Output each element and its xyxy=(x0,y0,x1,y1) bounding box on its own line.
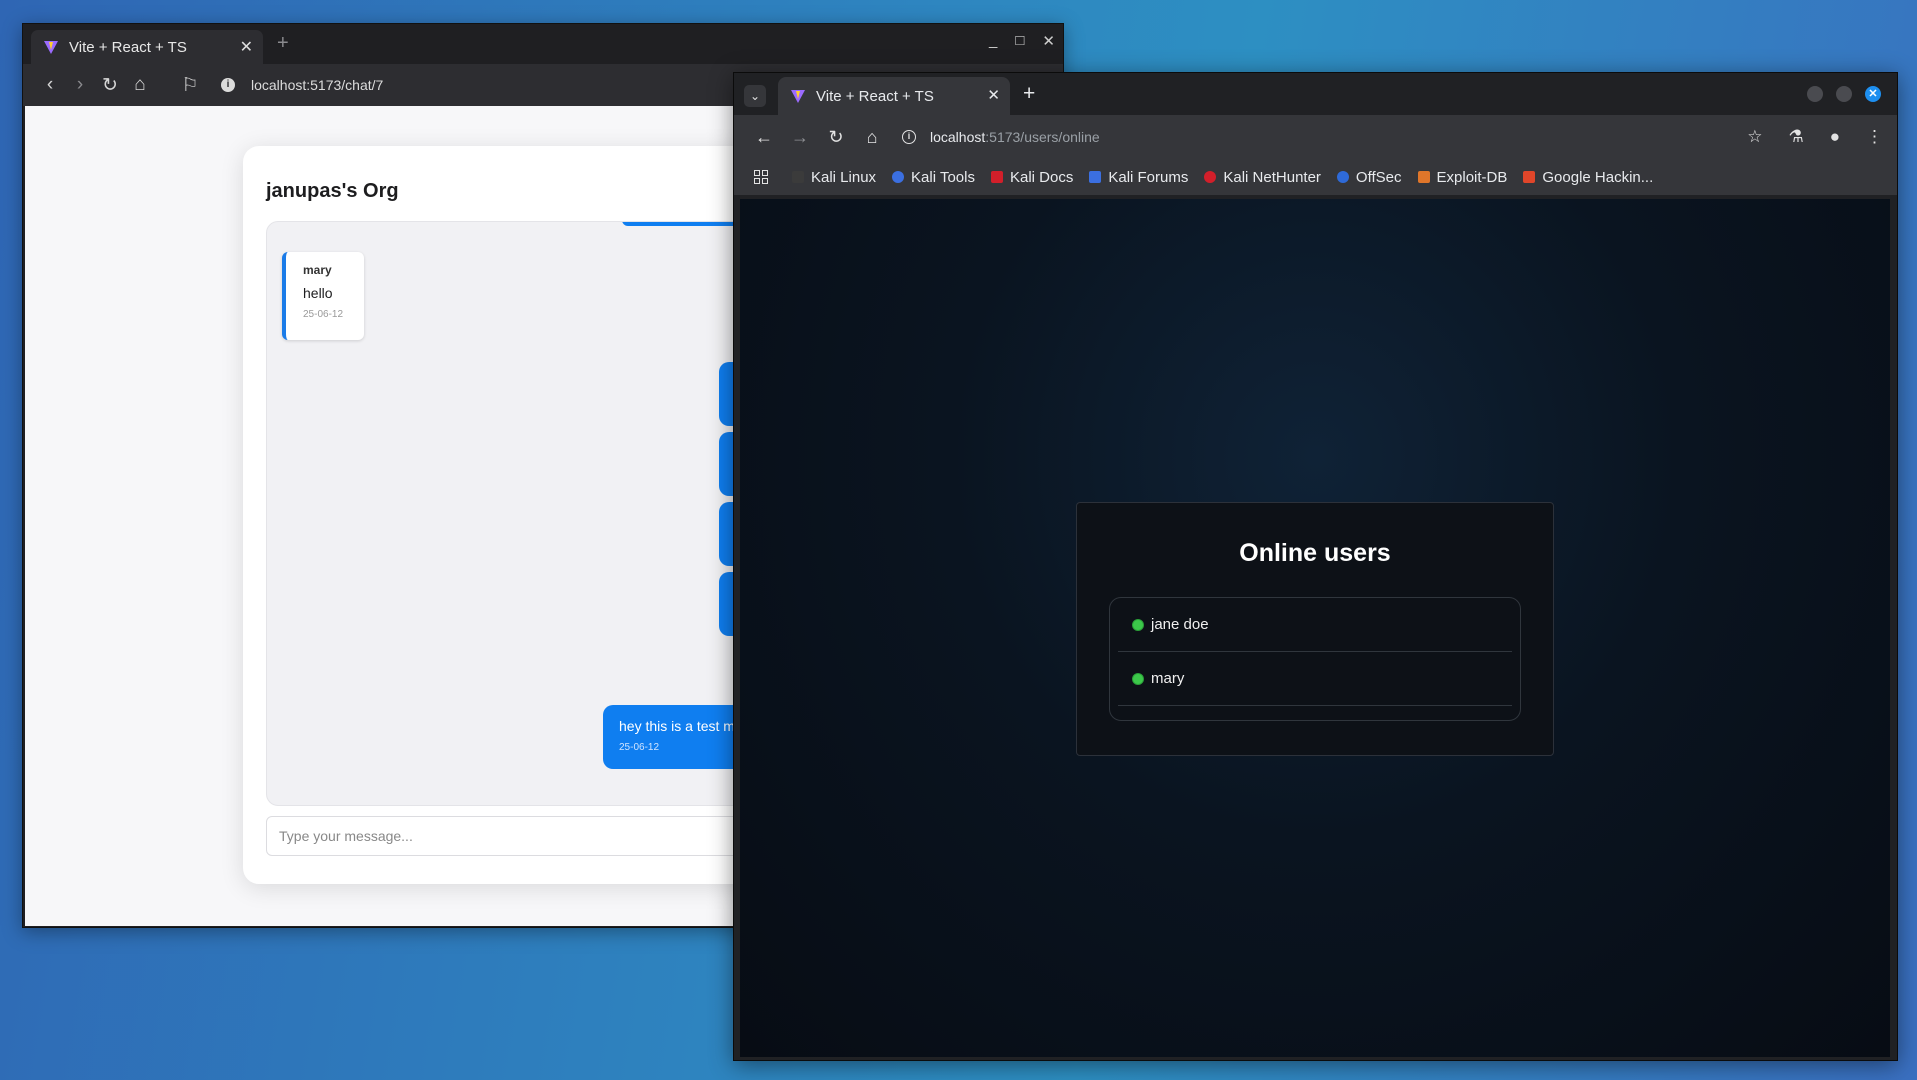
users-list: jane doe mary xyxy=(1109,597,1521,721)
back-icon[interactable]: ‹ xyxy=(35,74,65,96)
reload-icon[interactable]: ↻ xyxy=(95,74,125,97)
home-icon[interactable]: ⌂ xyxy=(854,127,890,148)
apps-grid-icon[interactable] xyxy=(754,170,768,184)
url-path: :5173/users/online xyxy=(985,129,1100,145)
bookmark-kali-forums[interactable]: Kali Forums xyxy=(1089,169,1188,186)
org-title: janupas's Org xyxy=(266,180,399,202)
online-status-icon xyxy=(1132,672,1144,685)
bookmark-google-hacking[interactable]: Google Hackin... xyxy=(1523,169,1653,186)
message-bubble-outgoing xyxy=(622,222,742,226)
bookmark-offsec[interactable]: OffSec xyxy=(1336,169,1402,186)
new-tab-button[interactable]: + xyxy=(1023,82,1035,106)
kali-docs-icon xyxy=(990,171,1003,183)
online-users-card: Online users jane doe mary xyxy=(1076,502,1554,756)
close-window-icon[interactable]: ✕ xyxy=(1042,32,1055,50)
menu-kebab-icon[interactable]: ⋮ xyxy=(1866,127,1883,147)
star-icon[interactable]: ☆ xyxy=(1747,127,1762,147)
list-item[interactable]: mary xyxy=(1118,652,1512,706)
forward-icon[interactable]: → xyxy=(782,127,818,148)
tab-search-icon[interactable]: ⌄ xyxy=(744,85,766,107)
bookmark-icon[interactable]: ⚐ xyxy=(175,74,205,97)
address-bar[interactable]: i localhost:5173/users/online xyxy=(902,129,1100,145)
minimize-icon[interactable] xyxy=(1807,86,1823,102)
kali-dragon-icon xyxy=(792,171,804,183)
bookmark-kali-linux[interactable]: Kali Linux xyxy=(792,169,876,186)
message-text: hello xyxy=(303,285,333,301)
tab-chat[interactable]: Vite + React + TS ✕ xyxy=(31,30,263,64)
url-host: localhost xyxy=(930,129,986,145)
kali-forums-icon xyxy=(1089,171,1102,183)
vite-icon xyxy=(44,41,58,54)
bookmark-kali-tools[interactable]: Kali Tools xyxy=(892,169,975,186)
message-date: 25-06-12 xyxy=(303,309,344,320)
reload-icon[interactable]: ↻ xyxy=(818,127,854,148)
home-icon[interactable]: ⌂ xyxy=(125,74,155,96)
close-tab-icon[interactable]: ✕ xyxy=(987,86,1000,104)
maximize-icon[interactable] xyxy=(1836,86,1852,102)
back-icon[interactable]: ← xyxy=(746,127,782,148)
bookmark-exploit-db[interactable]: Exploit-DB xyxy=(1417,169,1507,186)
maximize-icon[interactable]: □ xyxy=(1015,32,1024,50)
tab-online-users[interactable]: Vite + React + TS ✕ xyxy=(778,77,1010,115)
user-name: mary xyxy=(1151,670,1185,687)
ghdb-icon xyxy=(1523,171,1536,183)
online-users-browser-window: ⌄ Vite + React + TS ✕ + ✕ ← → ↻ ⌂ i loca… xyxy=(733,72,1898,1061)
new-tab-button[interactable]: + xyxy=(277,32,289,55)
close-tab-icon[interactable]: ✕ xyxy=(240,37,253,57)
list-item[interactable]: jane doe xyxy=(1118,598,1512,652)
offsec-icon xyxy=(1336,171,1349,183)
close-window-icon[interactable]: ✕ xyxy=(1865,86,1881,102)
online-users-page: Online users jane doe mary xyxy=(740,199,1890,1057)
message-bubble-incoming: mary hello 25-06-12 xyxy=(282,252,364,340)
page-title: Online users xyxy=(1239,539,1391,567)
site-info-icon[interactable]: i xyxy=(902,130,916,144)
exploit-db-icon xyxy=(1417,171,1430,183)
bookmarks-bar: Kali Linux Kali Tools Kali Docs Kali For… xyxy=(734,159,1897,195)
forward-icon[interactable]: › xyxy=(65,74,95,96)
labs-flask-icon[interactable]: ⚗ xyxy=(1788,127,1803,147)
bookmark-kali-docs[interactable]: Kali Docs xyxy=(990,169,1073,186)
url-text: localhost:5173/chat/7 xyxy=(251,77,384,93)
tab-bar: ⌄ Vite + React + TS ✕ + ✕ xyxy=(734,73,1897,115)
tab-title: Vite + React + TS xyxy=(816,87,934,105)
online-status-icon xyxy=(1132,618,1144,631)
bookmark-kali-nethunter[interactable]: Kali NetHunter xyxy=(1204,169,1321,186)
profile-icon[interactable]: ● xyxy=(1830,127,1840,147)
tab-bar: Vite + React + TS ✕ + _ □ ✕ xyxy=(23,24,1063,64)
address-bar[interactable]: i localhost:5173/chat/7 xyxy=(221,77,383,93)
vite-icon xyxy=(791,90,805,103)
message-sender: mary xyxy=(303,263,332,277)
tab-title: Vite + React + TS xyxy=(69,38,187,56)
minimize-icon[interactable]: _ xyxy=(989,32,997,50)
kali-tools-icon xyxy=(892,171,905,183)
toolbar: ← → ↻ ⌂ i localhost:5173/users/online ☆ … xyxy=(734,115,1897,159)
user-name: jane doe xyxy=(1151,616,1209,633)
site-info-icon[interactable]: i xyxy=(221,78,235,92)
nethunter-icon xyxy=(1204,171,1217,183)
